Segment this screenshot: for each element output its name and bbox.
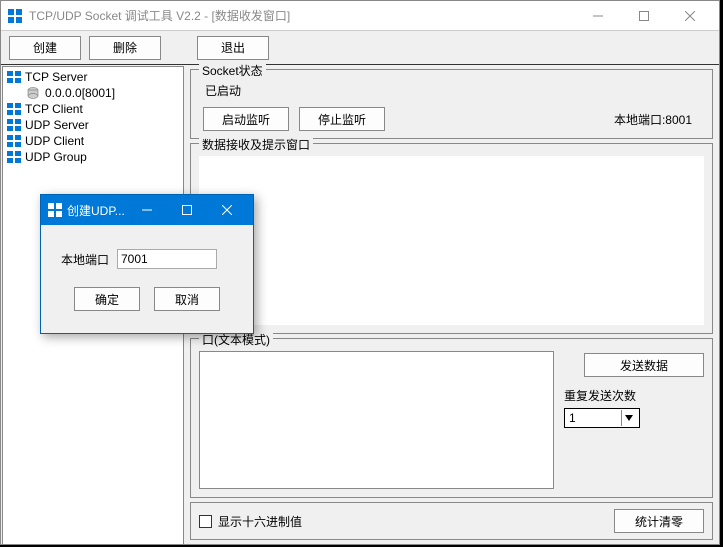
grid-icon: [7, 135, 21, 147]
create-udp-dialog: 创建UDP... 本地端口 确定 取消: [40, 194, 254, 334]
toolbar: 创建 删除 退出: [1, 31, 719, 65]
grid-icon: [7, 119, 21, 131]
footer: 显示十六进制值 统计清零: [190, 502, 713, 540]
dialog-maximize-button[interactable]: [167, 196, 207, 224]
port-input[interactable]: [117, 249, 217, 269]
dialog-window-controls: [127, 196, 247, 224]
stop-listen-button[interactable]: 停止监听: [299, 107, 385, 131]
cancel-button[interactable]: 取消: [154, 287, 220, 311]
tree-label: UDP Client: [25, 134, 84, 148]
exit-button[interactable]: 退出: [197, 36, 269, 60]
send-group: 口(文本模式) 发送数据 重复发送次数 1: [190, 338, 713, 498]
tree-item-socket-address[interactable]: 0.0.0.0[8001]: [5, 85, 181, 101]
minimize-button[interactable]: [575, 2, 621, 30]
close-button[interactable]: [667, 2, 713, 30]
dialog-buttons: 确定 取消: [55, 269, 239, 325]
chevron-down-icon: [621, 410, 635, 426]
app-icon: [7, 8, 23, 24]
grid-icon: [7, 151, 21, 163]
hex-checkbox[interactable]: [199, 515, 212, 528]
stats-clear-button[interactable]: 统计清零: [614, 509, 704, 533]
local-port-label: 本地端口:8001: [614, 111, 700, 128]
receive-title: 数据接收及提示窗口: [199, 136, 313, 153]
tree-label: 0.0.0.0[8001]: [45, 86, 115, 100]
tree-item-tcp-client[interactable]: TCP Client: [5, 101, 181, 117]
send-controls: 发送数据 重复发送次数 1: [564, 349, 704, 489]
repeat-label: 重复发送次数: [564, 387, 704, 404]
status-title: Socket状态: [199, 62, 266, 79]
dialog-minimize-button[interactable]: [127, 196, 167, 224]
repeat-count-select[interactable]: 1: [564, 408, 640, 428]
send-data-button[interactable]: 发送数据: [584, 353, 704, 377]
tree-item-udp-server[interactable]: UDP Server: [5, 117, 181, 133]
grid-icon: [7, 103, 21, 115]
start-listen-button[interactable]: 启动监听: [203, 107, 289, 131]
grid-icon: [7, 71, 21, 83]
status-group: Socket状态 已启动 启动监听 停止监听 本地端口:8001: [190, 69, 713, 139]
dialog-body: 本地端口 确定 取消: [41, 225, 253, 333]
dialog-title: 创建UDP...: [67, 202, 125, 219]
repeat-value: 1: [569, 411, 576, 425]
port-label: 本地端口: [55, 251, 109, 268]
tree-label: TCP Client: [25, 102, 83, 116]
ok-button[interactable]: 确定: [74, 287, 140, 311]
tree-item-tcp-server[interactable]: TCP Server: [5, 69, 181, 85]
maximize-button[interactable]: [621, 2, 667, 30]
db-icon: [27, 87, 41, 99]
tree-item-udp-group[interactable]: UDP Group: [5, 149, 181, 165]
tree-item-udp-client[interactable]: UDP Client: [5, 133, 181, 149]
right-pane: Socket状态 已启动 启动监听 停止监听 本地端口:8001 数据接收及提示…: [184, 65, 719, 544]
window-controls: [575, 2, 713, 30]
receive-textarea[interactable]: [199, 156, 704, 325]
titlebar: TCP/UDP Socket 调试工具 V2.2 - [数据收发窗口]: [1, 1, 719, 31]
tree-label: TCP Server: [25, 70, 87, 84]
receive-group: 数据接收及提示窗口: [190, 143, 713, 334]
dialog-titlebar[interactable]: 创建UDP...: [41, 195, 253, 225]
tree-label: UDP Group: [25, 150, 87, 164]
window-title: TCP/UDP Socket 调试工具 V2.2 - [数据收发窗口]: [29, 7, 290, 24]
delete-button[interactable]: 删除: [89, 36, 161, 60]
repeat-box: 重复发送次数 1: [564, 387, 704, 428]
hex-label: 显示十六进制值: [218, 513, 302, 530]
create-button[interactable]: 创建: [9, 36, 81, 60]
port-row: 本地端口: [55, 249, 239, 269]
app-icon: [47, 202, 63, 218]
tree-label: UDP Server: [25, 118, 89, 132]
send-textarea[interactable]: [199, 351, 554, 489]
status-state: 已启动: [199, 80, 704, 107]
dialog-close-button[interactable]: [207, 196, 247, 224]
